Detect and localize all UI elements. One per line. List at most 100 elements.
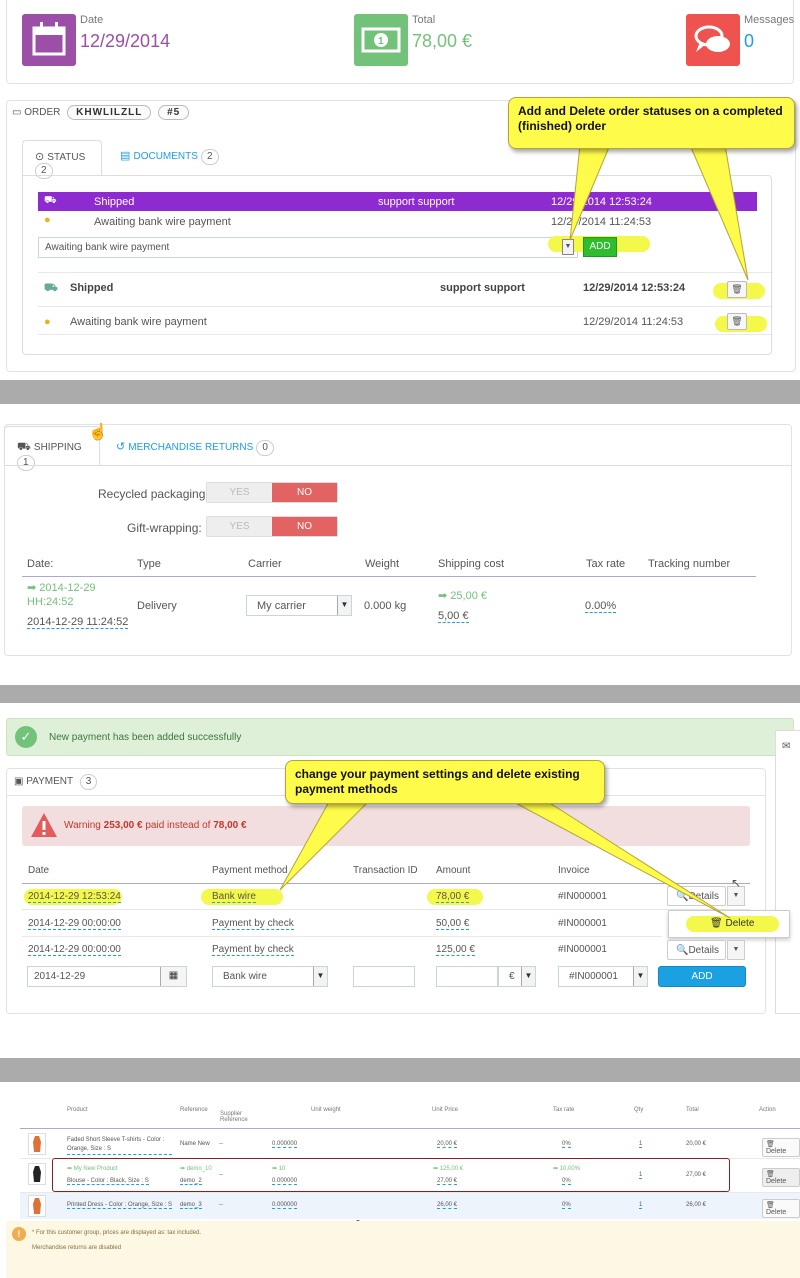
product-weight-new: ➡ 10	[272, 1166, 286, 1172]
recycled-toggle[interactable]: YES NO	[206, 482, 338, 503]
separator	[0, 685, 800, 703]
tab-returns[interactable]: ↺ MERCHANDISE RETURNS 0	[116, 440, 274, 456]
note-returns: Merchandise returns are disabled	[32, 1245, 122, 1251]
pay-date[interactable]: 2014-12-29 00:00:00	[28, 918, 121, 930]
carrier-select[interactable]: My carrier ▼	[246, 595, 352, 616]
status-select-value: Awaiting bank wire payment	[45, 242, 170, 253]
col-type: Type	[137, 558, 161, 570]
pay-date[interactable]: 2014-12-29 00:00:00	[28, 944, 121, 956]
messages-value[interactable]: 0	[744, 31, 754, 52]
callout-order-status: Add and Delete order statuses on a compl…	[508, 97, 795, 149]
invoice-select[interactable]: #IN000001 ▼	[558, 966, 648, 987]
product-qty[interactable]: 1	[639, 1202, 643, 1209]
callout-arrows	[569, 144, 749, 281]
pay-date-input[interactable]: 2014-12-29 ▦	[27, 966, 187, 987]
pay-date[interactable]: 2014-12-29 12:53:24	[28, 891, 121, 903]
toggle-no[interactable]: NO	[272, 517, 337, 536]
payment-count: 3	[79, 774, 98, 790]
calendar-icon	[22, 14, 76, 66]
currency-value: €	[509, 971, 515, 982]
tab-documents[interactable]: ▤ DOCUMENTS 2	[120, 149, 219, 165]
delete-product-button[interactable]: 🗑 Delete	[762, 1199, 800, 1218]
col-reference: Reference	[180, 1107, 208, 1113]
payment-icon: ▣	[14, 776, 24, 787]
product-price[interactable]: 20,00 €	[437, 1141, 458, 1148]
delete-status-button[interactable]: 🗑	[727, 313, 747, 330]
delete-label: Delete	[766, 1148, 787, 1155]
product-ref[interactable]: demo_3	[180, 1202, 202, 1209]
pay-method[interactable]: Bank wire	[212, 891, 256, 903]
gift-label: Gift-wrapping:	[127, 521, 202, 535]
currency-select[interactable]: € ▼	[498, 966, 536, 987]
product-name[interactable]: Printed Dress - Color : Orange, Size : S	[67, 1202, 173, 1209]
product-qty[interactable]: 1	[639, 1141, 643, 1148]
pay-amount[interactable]: 125,00 €	[436, 944, 475, 956]
truck-icon: ⛟	[44, 282, 58, 294]
ship-weight: 0.000 kg	[364, 600, 407, 612]
order-number: #5	[158, 105, 190, 120]
separator	[0, 380, 800, 404]
col-weight: Weight	[365, 558, 400, 570]
status-select[interactable]: Awaiting bank wire payment	[38, 237, 578, 258]
toggle-yes[interactable]: YES	[207, 483, 272, 502]
toggle-yes[interactable]: YES	[207, 517, 272, 536]
product-price[interactable]: 26,00 €	[437, 1202, 458, 1209]
product-name[interactable]: Faded Short Sleeve T-shirts - Color : Or…	[67, 1136, 172, 1155]
ship-date-old[interactable]: 2014-12-29 11:24:52	[27, 616, 129, 629]
tab-status[interactable]: ⊙ STATUS 2	[22, 140, 102, 179]
product-qty[interactable]: 1	[639, 1172, 643, 1179]
envelope-icon: ✉	[782, 741, 791, 752]
product-weight[interactable]: 0.000000	[272, 1202, 298, 1209]
modified-row-box	[52, 1158, 730, 1192]
pay-method-select[interactable]: Bank wire ▼	[212, 966, 328, 987]
product-thumbnail	[28, 1133, 46, 1155]
note-prices: * For this customer group, prices are di…	[32, 1230, 202, 1236]
warning-total: 78,00 €	[213, 820, 247, 831]
header-line	[22, 576, 756, 577]
product-weight[interactable]: 0.000000	[272, 1178, 298, 1185]
chevron-down-icon: ▼	[521, 967, 535, 986]
tab-shipping-count: 1	[17, 455, 35, 471]
messages-label: Messages	[744, 14, 795, 26]
divider	[22, 936, 662, 937]
details-button[interactable]: 🔍Details	[667, 940, 726, 960]
product-tax[interactable]: 0%	[562, 1202, 571, 1209]
ship-tax[interactable]: 0.00%	[585, 600, 617, 613]
ship-cost-old[interactable]: 5,00 €	[438, 610, 469, 623]
callout-arrows	[279, 799, 731, 919]
product-total: 27,00 €	[686, 1172, 707, 1178]
amount-input[interactable]	[436, 966, 498, 987]
check-icon: ✓	[15, 726, 37, 748]
order-header: ▭ ORDER KHWLILZLL #5	[12, 105, 190, 120]
product-ref[interactable]: demo_2	[180, 1178, 202, 1185]
product-sref: --	[219, 1141, 223, 1147]
delete-product-button[interactable]: 🗑 Delete	[762, 1168, 800, 1187]
status-row-date: 12/29/2014 11:24:53	[583, 316, 684, 328]
ship-date-new-value: 2014-12-29	[39, 582, 96, 594]
ship-cost-new-value: 25,00 €	[450, 590, 487, 602]
products-header: Product Reference Supplier Reference Uni…	[20, 1104, 800, 1126]
tab-shipping[interactable]: ⛟ SHIPPING 1	[4, 426, 100, 471]
product-name-new-value: My New Product	[73, 1166, 118, 1172]
product-thumbnail	[28, 1163, 46, 1185]
product-weight[interactable]: 0.000000	[272, 1141, 298, 1148]
toggle-no[interactable]: NO	[272, 483, 337, 502]
product-tax[interactable]: 0%	[562, 1141, 571, 1148]
transaction-id-input[interactable]	[353, 966, 415, 987]
calendar-icon[interactable]: ▦	[160, 967, 186, 986]
product-price[interactable]: 27,00 €	[437, 1178, 458, 1185]
payment-header: ▣ PAYMENT 3	[14, 774, 98, 790]
pay-method[interactable]: Payment by check	[212, 944, 294, 956]
delete-label: Delete	[766, 1209, 787, 1216]
svg-text:1: 1	[378, 36, 384, 47]
product-tax[interactable]: 0%	[562, 1178, 571, 1185]
payment-title: PAYMENT	[26, 776, 73, 787]
add-payment-button[interactable]: ADD	[658, 966, 746, 987]
pay-invoice: #IN000001	[558, 944, 607, 955]
product-name[interactable]: Blouse - Color : Black, Size : S	[67, 1178, 149, 1185]
header-line	[20, 1128, 800, 1129]
details-caret[interactable]: ▼	[727, 940, 745, 960]
status-row-employee: support support	[440, 282, 525, 294]
delete-product-button[interactable]: 🗑 Delete	[762, 1138, 800, 1157]
gift-toggle[interactable]: YES NO	[206, 516, 338, 537]
